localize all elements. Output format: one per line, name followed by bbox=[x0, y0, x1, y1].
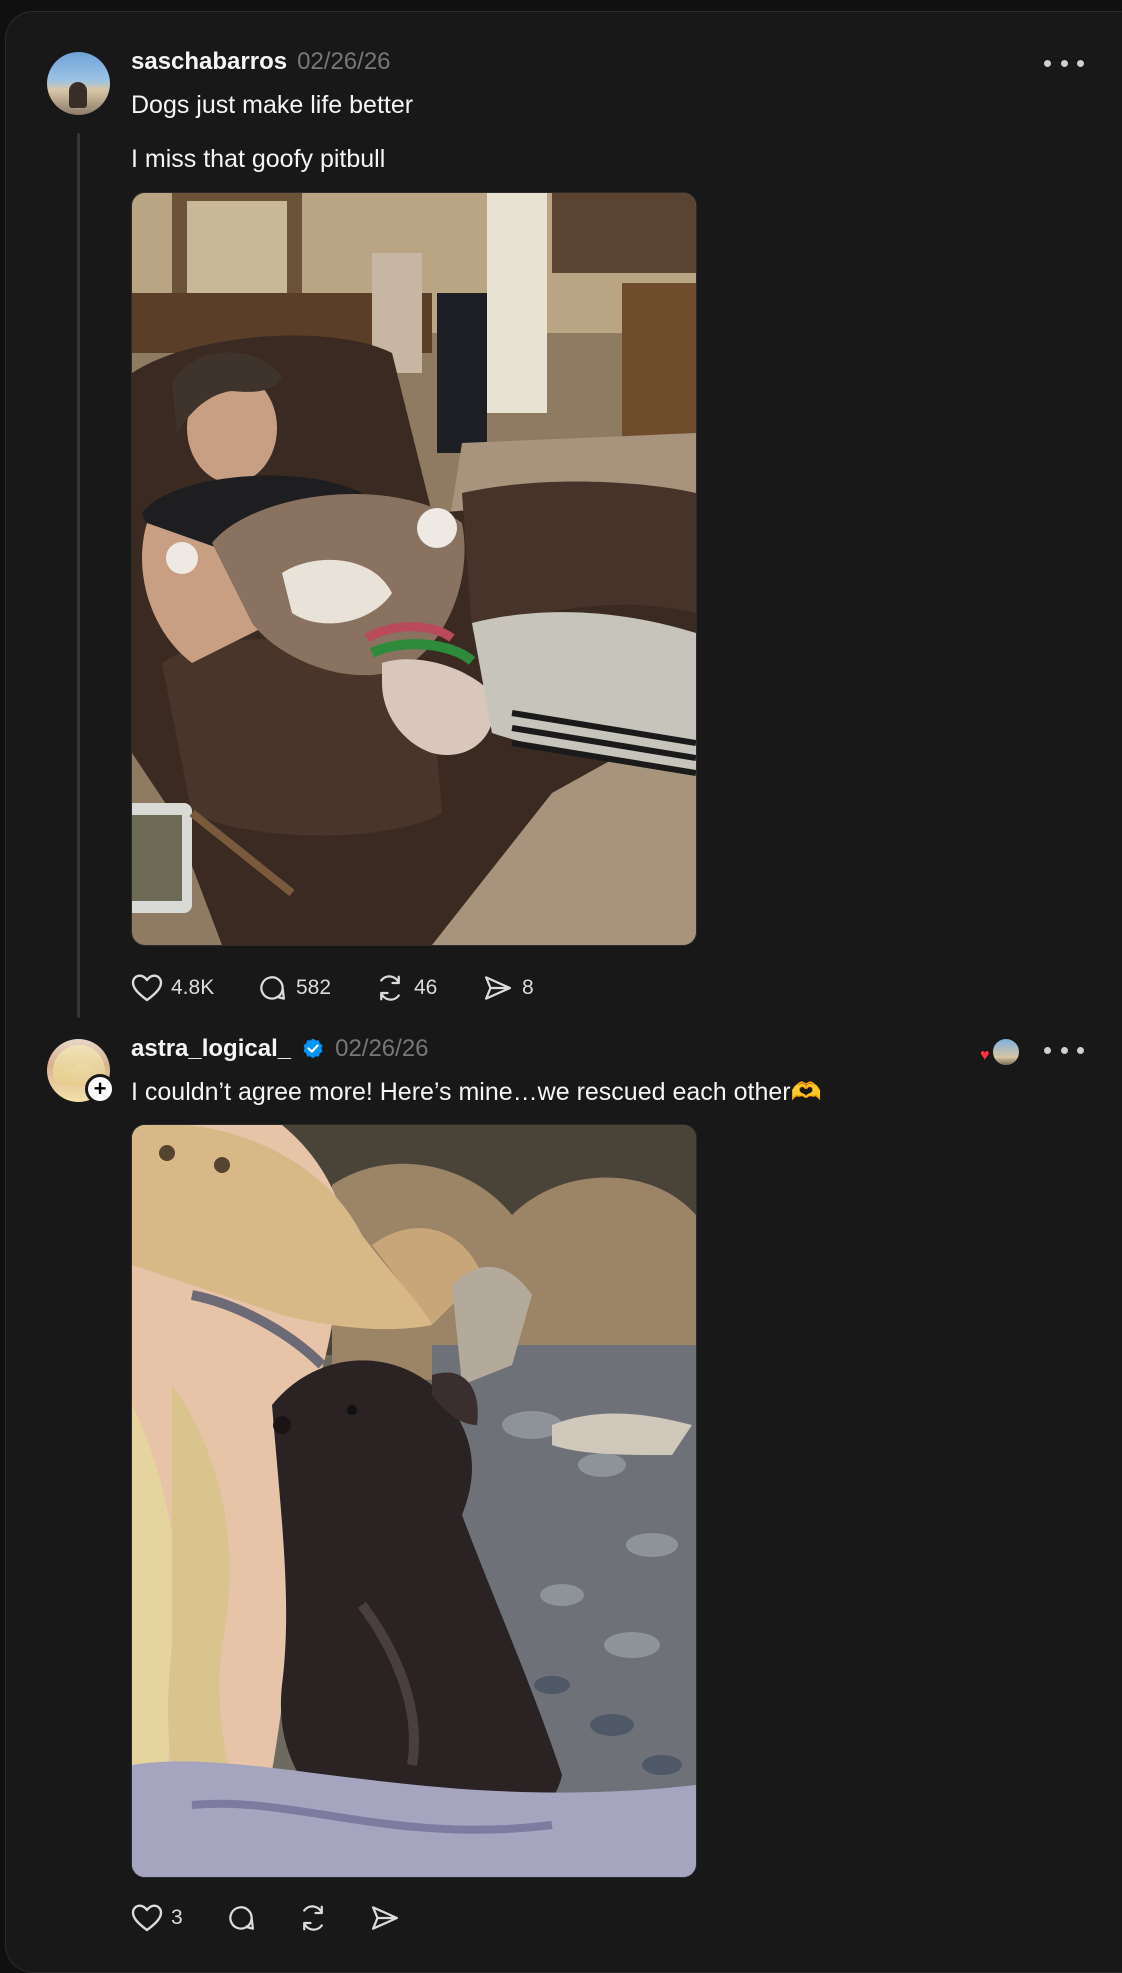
like-count: 4.8K bbox=[171, 976, 215, 999]
heart-icon: ♥ bbox=[980, 1047, 990, 1064]
send-icon bbox=[372, 1906, 398, 1930]
reply-button[interactable] bbox=[225, 1903, 297, 1933]
like-button[interactable]: 3 bbox=[131, 1903, 225, 1933]
repost-button[interactable]: 46 bbox=[374, 973, 482, 1003]
post-text-line: Dogs just make life better bbox=[131, 91, 414, 119]
like-button[interactable]: 4.8K bbox=[131, 973, 256, 1003]
post-text-line: I miss that goofy pitbull bbox=[131, 145, 386, 173]
repost-icon bbox=[303, 1905, 323, 1931]
thread-connector-line bbox=[77, 133, 80, 1018]
comment-icon bbox=[229, 1906, 254, 1930]
username[interactable]: saschabarros bbox=[131, 48, 287, 76]
heart-icon bbox=[131, 974, 163, 1002]
avatar-saschabarros[interactable] bbox=[47, 52, 110, 115]
share-count: 8 bbox=[522, 976, 534, 999]
liker-avatar bbox=[992, 1038, 1020, 1066]
share-button[interactable] bbox=[369, 1903, 409, 1933]
repost-count: 46 bbox=[414, 976, 438, 999]
post-date[interactable]: 02/26/26 bbox=[297, 48, 390, 76]
reply-count: 582 bbox=[296, 976, 332, 999]
follow-plus-icon[interactable]: + bbox=[85, 1074, 115, 1104]
verified-badge-icon bbox=[301, 1037, 325, 1061]
post-date[interactable]: 02/26/26 bbox=[335, 1035, 428, 1063]
reply-button[interactable]: 582 bbox=[256, 973, 374, 1003]
send-icon bbox=[485, 976, 511, 1000]
post-header: saschabarros 02/26/26 bbox=[131, 48, 391, 76]
post-actions: 4.8K 582 46 8 bbox=[131, 973, 552, 1003]
liked-by-indicator[interactable]: ♥ bbox=[980, 1038, 1020, 1066]
more-options-icon[interactable] bbox=[1044, 1040, 1084, 1060]
more-options-icon[interactable] bbox=[1044, 53, 1084, 73]
post-image-man-with-pitbull[interactable] bbox=[131, 192, 697, 946]
heart-icon bbox=[131, 1904, 163, 1932]
like-count: 3 bbox=[171, 1906, 183, 1929]
post-header: astra_logical_ 02/26/26 bbox=[131, 1035, 429, 1063]
username[interactable]: astra_logical_ bbox=[131, 1035, 291, 1063]
comment-icon bbox=[260, 976, 285, 1000]
post-image-woman-with-dog[interactable] bbox=[131, 1124, 697, 1878]
repost-button[interactable] bbox=[297, 1903, 369, 1933]
repost-icon bbox=[380, 975, 400, 1001]
post-actions: 3 bbox=[131, 1903, 409, 1933]
share-button[interactable]: 8 bbox=[482, 973, 552, 1003]
post-text-line: I couldn’t agree more! Here’s mine…we re… bbox=[131, 1078, 822, 1106]
